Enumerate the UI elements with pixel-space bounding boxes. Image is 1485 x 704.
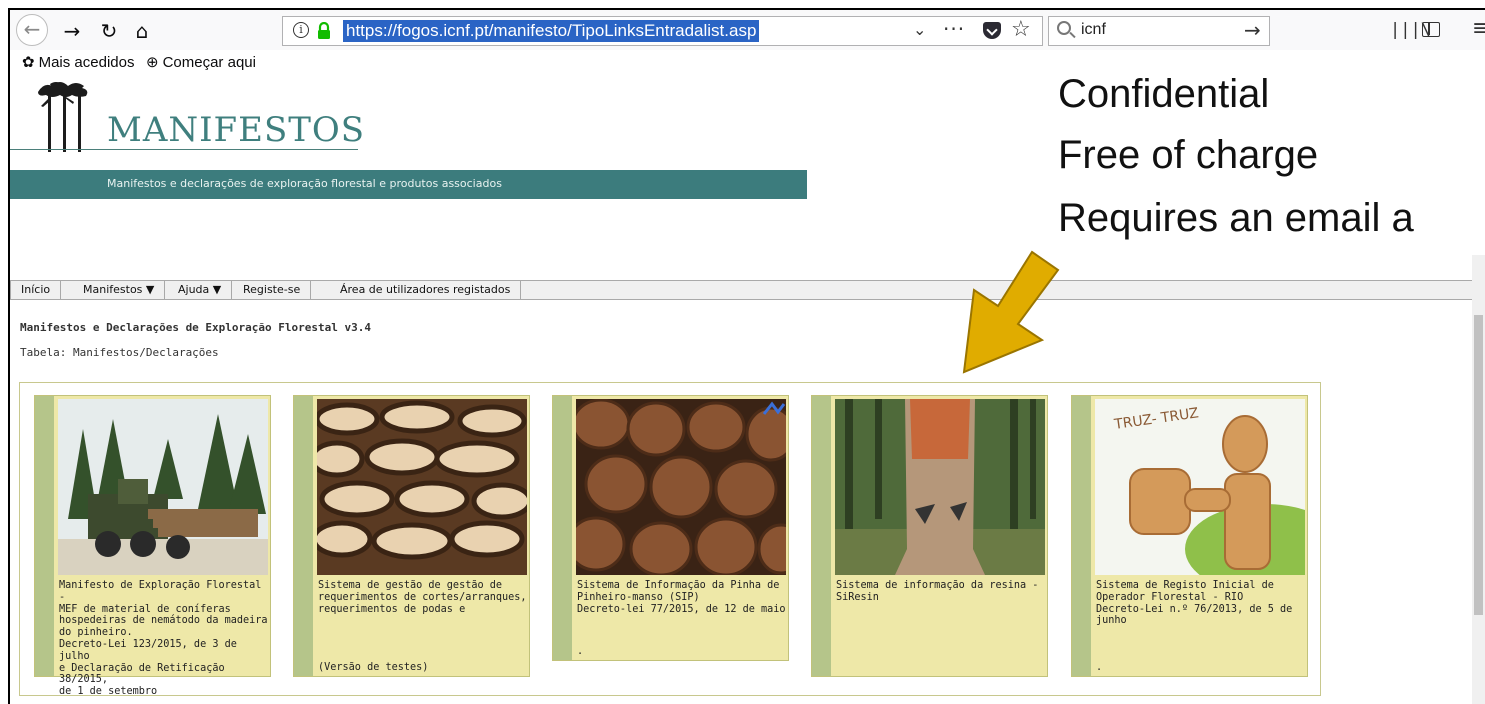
search-input[interactable]: icnf bbox=[1081, 21, 1106, 39]
site-banner: Manifestos e declarações de exploração f… bbox=[10, 170, 807, 199]
bookmark-label: Começar aqui bbox=[162, 54, 256, 71]
search-go-arrow-icon[interactable]: → bbox=[1244, 18, 1261, 42]
url-text[interactable]: https://fogos.icnf.pt/manifesto/TipoLink… bbox=[343, 20, 760, 42]
card-footer: (Versão de testes) bbox=[318, 662, 429, 673]
resin-tree-picture bbox=[835, 399, 1045, 575]
card-description: Sistema de Registo Inicial de Operador F… bbox=[1096, 580, 1293, 627]
menu-item-registe-se[interactable]: Registe-se bbox=[233, 281, 312, 299]
bookmark-comecar-aqui[interactable]: ⊕ Começar aqui bbox=[146, 53, 256, 71]
forestry-machine-image[interactable] bbox=[58, 399, 268, 575]
annotation-line-free: Free of charge bbox=[1058, 133, 1319, 177]
hamburger-menu-icon[interactable]: ≡ bbox=[1472, 16, 1485, 41]
banner-text: Manifestos e declarações de exploração f… bbox=[107, 177, 502, 190]
reload-button[interactable]: ↻ bbox=[95, 18, 123, 44]
pinecones-image[interactable] bbox=[576, 399, 786, 575]
card-description: Sistema de informação da resina - SiResi… bbox=[836, 580, 1039, 603]
gear-icon: ✿ bbox=[22, 54, 35, 71]
wooden-hand-image[interactable]: TRUZ- TRUZ bbox=[1095, 399, 1305, 575]
pinecones-picture bbox=[576, 399, 786, 575]
menu-item-area-utilizadores[interactable]: Área de utilizadores registados bbox=[330, 281, 522, 299]
star-icon[interactable]: ☆ bbox=[1011, 17, 1031, 42]
card-mef[interactable]: Manifesto de Exploração Florestal - MEF … bbox=[34, 395, 271, 697]
resin-tree-image[interactable] bbox=[835, 399, 1045, 575]
bookmark-mais-acedidos[interactable]: ✿ Mais acedidos bbox=[22, 53, 134, 71]
forward-button[interactable]: → bbox=[58, 18, 86, 44]
menu-item-ajuda[interactable]: Ajuda ▼ bbox=[168, 281, 233, 299]
more-actions-icon[interactable]: ··· bbox=[943, 17, 965, 41]
home-button[interactable]: ⌂ bbox=[128, 18, 156, 44]
logo-title: MANIFESTOS bbox=[107, 110, 366, 150]
card-description: Sistema de gestão de gestão de requerime… bbox=[318, 580, 527, 615]
card-strip bbox=[553, 396, 572, 660]
page-scrollbar[interactable] bbox=[1472, 255, 1485, 704]
globe-icon: ⊕ bbox=[146, 54, 159, 71]
card-sip[interactable]: Sistema de Informação da Pinha de Pinhei… bbox=[552, 395, 789, 661]
lock-icon bbox=[318, 22, 330, 39]
page-title: Manifestos e Declarações de Exploração F… bbox=[20, 321, 371, 334]
card-siresin[interactable]: Sistema de informação da resina - SiResi… bbox=[811, 395, 1048, 677]
info-icon[interactable]: i bbox=[293, 22, 309, 38]
annotation-line-email: Requires an email a bbox=[1058, 196, 1414, 240]
menu-item-inicio[interactable]: Início bbox=[11, 281, 62, 299]
browser-toolbar: ← → ↻ ⌂ i https://fogos.icnf.pt/manifest… bbox=[10, 10, 1485, 50]
bookmark-label: Mais acedidos bbox=[38, 54, 135, 71]
search-bar[interactable]: icnf → bbox=[1048, 16, 1270, 46]
back-button[interactable]: ← bbox=[16, 14, 48, 46]
scrollbar-thumb[interactable] bbox=[1474, 315, 1483, 615]
pointer-arrow-icon bbox=[962, 250, 1060, 374]
annotation-line-confidential: Confidential bbox=[1058, 72, 1270, 116]
cork-image[interactable] bbox=[317, 399, 527, 575]
card-description: Sistema de Informação da Pinha de Pinhei… bbox=[577, 580, 786, 615]
search-icon bbox=[1057, 21, 1071, 35]
chevron-down-icon[interactable]: ⌄ bbox=[913, 20, 926, 39]
bookmarks-bar: ✿ Mais acedidos ⊕ Começar aqui bbox=[10, 50, 1060, 74]
card-strip bbox=[35, 396, 54, 676]
page-subtitle: Tabela: Manifestos/Declarações bbox=[20, 346, 219, 359]
pocket-icon[interactable] bbox=[983, 22, 1001, 39]
cork-picture bbox=[317, 399, 527, 575]
sidebar-icon[interactable] bbox=[1422, 22, 1440, 37]
card-strip bbox=[294, 396, 313, 676]
card-cortes[interactable]: Sistema de gestão de gestão de requerime… bbox=[293, 395, 530, 677]
card-footer: . bbox=[1096, 662, 1103, 673]
site-menubar: Início Manifestos ▼ Ajuda ▼ Registe-se Á… bbox=[10, 280, 1473, 300]
card-footer: . bbox=[577, 646, 584, 657]
menu-item-manifestos[interactable]: Manifestos ▼ bbox=[73, 281, 166, 299]
card-strip bbox=[812, 396, 831, 676]
wooden-hand-picture: TRUZ- TRUZ bbox=[1095, 399, 1305, 575]
url-bar[interactable]: i https://fogos.icnf.pt/manifesto/TipoLi… bbox=[282, 16, 1043, 46]
forestry-machine-picture bbox=[58, 399, 268, 575]
card-description: Manifesto de Exploração Florestal - MEF … bbox=[59, 580, 268, 698]
card-strip bbox=[1072, 396, 1091, 676]
trees-logo-icon bbox=[38, 82, 88, 152]
card-rio[interactable]: TRUZ- TRUZ Sistema de Registo Inicial de… bbox=[1071, 395, 1308, 677]
